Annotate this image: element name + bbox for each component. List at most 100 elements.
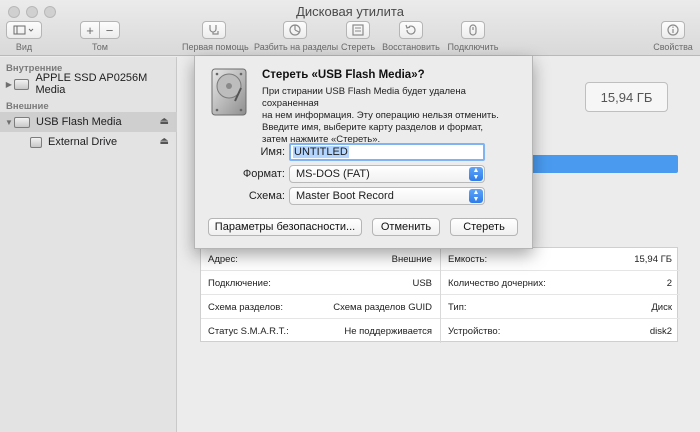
info-value: Не поддерживается: [344, 326, 432, 337]
info-key: Емкость:: [448, 253, 488, 265]
disclosure-triangle-icon[interactable]: ▶: [4, 80, 14, 89]
info-value: Внешние: [391, 253, 432, 265]
first-aid-label: Первая помощь: [182, 42, 249, 52]
info-value: disk2: [649, 326, 672, 337]
info-row: Адрес: Внешние: [201, 248, 440, 271]
info-value: USB: [412, 277, 432, 289]
erase-label: Стереть: [340, 42, 376, 52]
erase-dialog: Стереть «USB Flash Media»? При стирании …: [194, 56, 533, 249]
format-select-value: MS-DOS (FAT): [296, 168, 370, 180]
erase-disk-icon: [352, 24, 364, 36]
partition-control: Разбить на разделы: [254, 21, 339, 52]
add-volume-button[interactable]: +: [80, 21, 100, 39]
chevron-up-down-icon: ▲ ▼: [469, 189, 483, 203]
stethoscope-icon: [209, 25, 219, 35]
sidebar-section-external: Внешние: [6, 101, 49, 112]
info-control: Свойства: [652, 21, 694, 52]
view-button[interactable]: [6, 21, 42, 39]
erase-toolbar-button[interactable]: [346, 21, 370, 39]
eject-icon[interactable]: ⏏: [160, 136, 169, 147]
info-key: Статус S.M.A.R.T.:: [208, 326, 289, 337]
format-field-label: Формат:: [242, 168, 285, 180]
sidebar-item-label: USB Flash Media: [36, 116, 122, 128]
volume-icon: [30, 136, 42, 148]
sidebar-icon: [13, 25, 34, 35]
dialog-message: При стирании USB Flash Media будет удале…: [262, 86, 522, 146]
info-label: Свойства: [653, 42, 693, 52]
pie-chart-icon: [289, 24, 301, 36]
info-key: Подключение:: [208, 277, 271, 289]
info-key: Тип:: [448, 301, 467, 313]
info-key: Адрес:: [208, 253, 238, 265]
name-input[interactable]: UNTITLED: [289, 143, 485, 161]
name-input-value: UNTITLED: [293, 146, 349, 158]
erase-control: Стереть: [338, 21, 378, 52]
sidebar-item-usb-flash[interactable]: ▼ USB Flash Media ⏏: [0, 112, 177, 132]
restore-button[interactable]: [399, 21, 423, 39]
scheme-field-label: Схема:: [248, 190, 285, 202]
eject-icon[interactable]: ⏏: [160, 116, 169, 127]
mount-control: Подключить: [444, 21, 502, 52]
restore-label: Восстановить: [382, 42, 440, 52]
info-value: Диск: [651, 301, 672, 313]
info-column-left: Адрес: Внешние Подключение: USB Схема ра…: [201, 248, 440, 343]
toolbar: Дисковая утилита Вид + − Том Первая помо…: [0, 0, 700, 56]
info-button[interactable]: [661, 21, 685, 39]
info-key: Устройство:: [448, 326, 501, 337]
sidebar-item-external-drive[interactable]: External Drive ⏏: [0, 132, 177, 152]
dialog-message-line: При стирании USB Flash Media будет удале…: [262, 86, 466, 109]
dialog-title: Стереть «USB Flash Media»?: [262, 69, 425, 81]
info-key: Схема разделов:: [208, 301, 283, 313]
cancel-button[interactable]: Отменить: [372, 218, 440, 236]
sidebar-item-label: External Drive: [48, 136, 118, 148]
window-title: Дисковая утилита: [296, 4, 404, 19]
disk-utility-window: Дисковая утилита Вид + − Том Первая помо…: [0, 0, 700, 432]
name-field-label: Имя:: [260, 146, 285, 158]
info-value: Схема разделов GUID: [333, 301, 432, 313]
disclosure-triangle-icon[interactable]: ▼: [4, 118, 14, 127]
hard-disk-icon: [211, 68, 247, 116]
info-row: Количество дочерних: 2: [441, 272, 680, 295]
info-value: 15,94 ГБ: [634, 253, 672, 265]
info-row: Схема разделов: Схема разделов GUID: [201, 296, 440, 319]
mount-button[interactable]: [461, 21, 485, 39]
scheme-select[interactable]: Master Boot Record ▲ ▼: [289, 187, 485, 205]
erase-button[interactable]: Стереть: [450, 218, 518, 236]
partition-button[interactable]: [283, 21, 307, 39]
scheme-select-value: Master Boot Record: [296, 190, 394, 202]
info-row: Устройство: disk2: [441, 320, 680, 343]
info-key: Количество дочерних:: [448, 277, 546, 289]
remove-volume-button[interactable]: −: [100, 21, 120, 39]
volume-control: + − Том: [80, 21, 120, 52]
security-options-button[interactable]: Параметры безопасности...: [208, 218, 362, 236]
info-row: Тип: Диск: [441, 296, 680, 319]
info-row: Подключение: USB: [201, 272, 440, 295]
info-table: Адрес: Внешние Подключение: USB Схема ра…: [200, 247, 680, 343]
sidebar-item-apple-ssd[interactable]: ▶ APPLE SSD AP0256M Media: [0, 72, 177, 96]
mount-icon: [469, 24, 477, 36]
info-icon: [667, 24, 679, 36]
view-label: Вид: [15, 42, 33, 52]
restore-icon: [405, 24, 416, 35]
internal-disk-icon: [13, 78, 30, 90]
plus-icon: +: [86, 22, 94, 38]
chevron-up-down-icon: ▲ ▼: [469, 167, 483, 181]
first-aid-control: Первая помощь: [182, 21, 249, 52]
partition-label: Разбить на разделы: [254, 42, 339, 52]
capacity-display: 15,94 ГБ: [585, 82, 668, 112]
volume-label: Том: [92, 42, 108, 52]
info-value: 2: [666, 277, 672, 289]
view-control: Вид: [6, 21, 42, 52]
first-aid-button[interactable]: [202, 21, 226, 39]
mount-label: Подключить: [447, 42, 499, 52]
info-row: Статус S.M.A.R.T.: Не поддерживается: [201, 320, 440, 343]
minus-icon: −: [105, 22, 114, 38]
dialog-message-line: Введите имя, выберите карту разделов и ф…: [262, 122, 484, 133]
restore-control: Восстановить: [380, 21, 442, 52]
info-column-right: Емкость: 15,94 ГБ Количество дочерних: 2…: [440, 248, 680, 343]
format-select[interactable]: MS-DOS (FAT) ▲ ▼: [289, 165, 485, 183]
dialog-message-line: на нем информация. Эту операцию нельзя о…: [262, 110, 499, 121]
sidebar: Внутренние ▶ APPLE SSD AP0256M Media Вне…: [0, 57, 177, 432]
external-disk-icon: [14, 116, 30, 128]
info-row: Емкость: 15,94 ГБ: [441, 248, 680, 271]
